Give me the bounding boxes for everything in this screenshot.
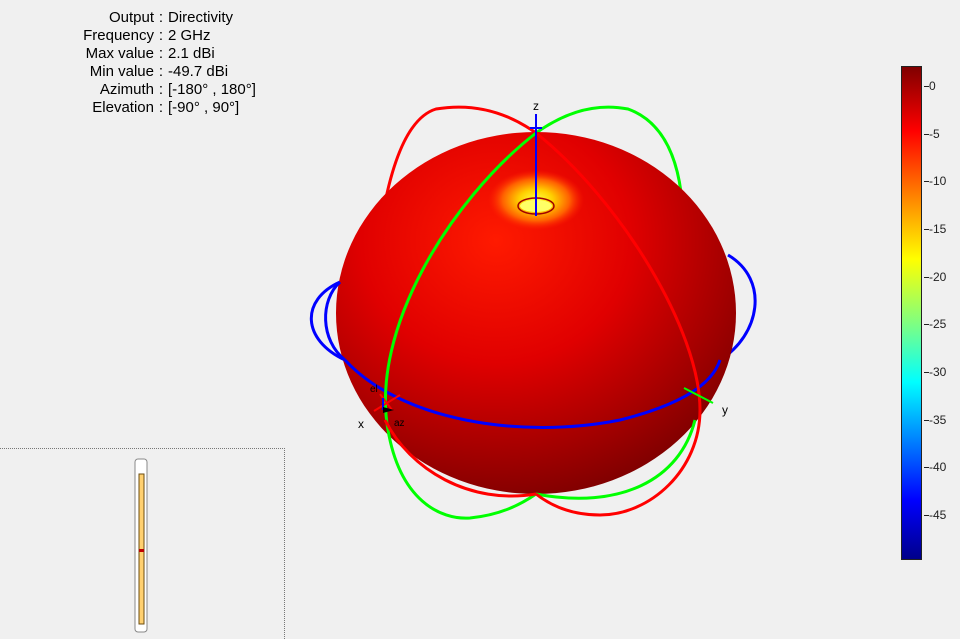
el-label: el bbox=[370, 384, 378, 395]
z-axis-label: z bbox=[533, 99, 539, 113]
antenna-inset-frame bbox=[0, 448, 285, 639]
colorbar-tick-label: -40 bbox=[929, 460, 947, 475]
colorbar-tick-label: 0 bbox=[929, 79, 936, 94]
az-label: az bbox=[394, 418, 405, 429]
colorbar-tick-label: -25 bbox=[929, 317, 947, 332]
colorbar-tick-label: -30 bbox=[929, 365, 947, 380]
colorbar-tick-label: -45 bbox=[929, 508, 947, 523]
colorbar-tick-label: -10 bbox=[929, 174, 947, 189]
y-axis-label: y bbox=[722, 403, 728, 417]
colorbar-tick-label: -5 bbox=[929, 126, 940, 141]
x-axis-label: x bbox=[358, 417, 364, 431]
colorbar-tick-label: -35 bbox=[929, 412, 947, 427]
colorbar bbox=[901, 66, 922, 560]
colorbar-tick-label: -15 bbox=[929, 222, 947, 237]
colorbar-tick-label: -20 bbox=[929, 269, 947, 284]
